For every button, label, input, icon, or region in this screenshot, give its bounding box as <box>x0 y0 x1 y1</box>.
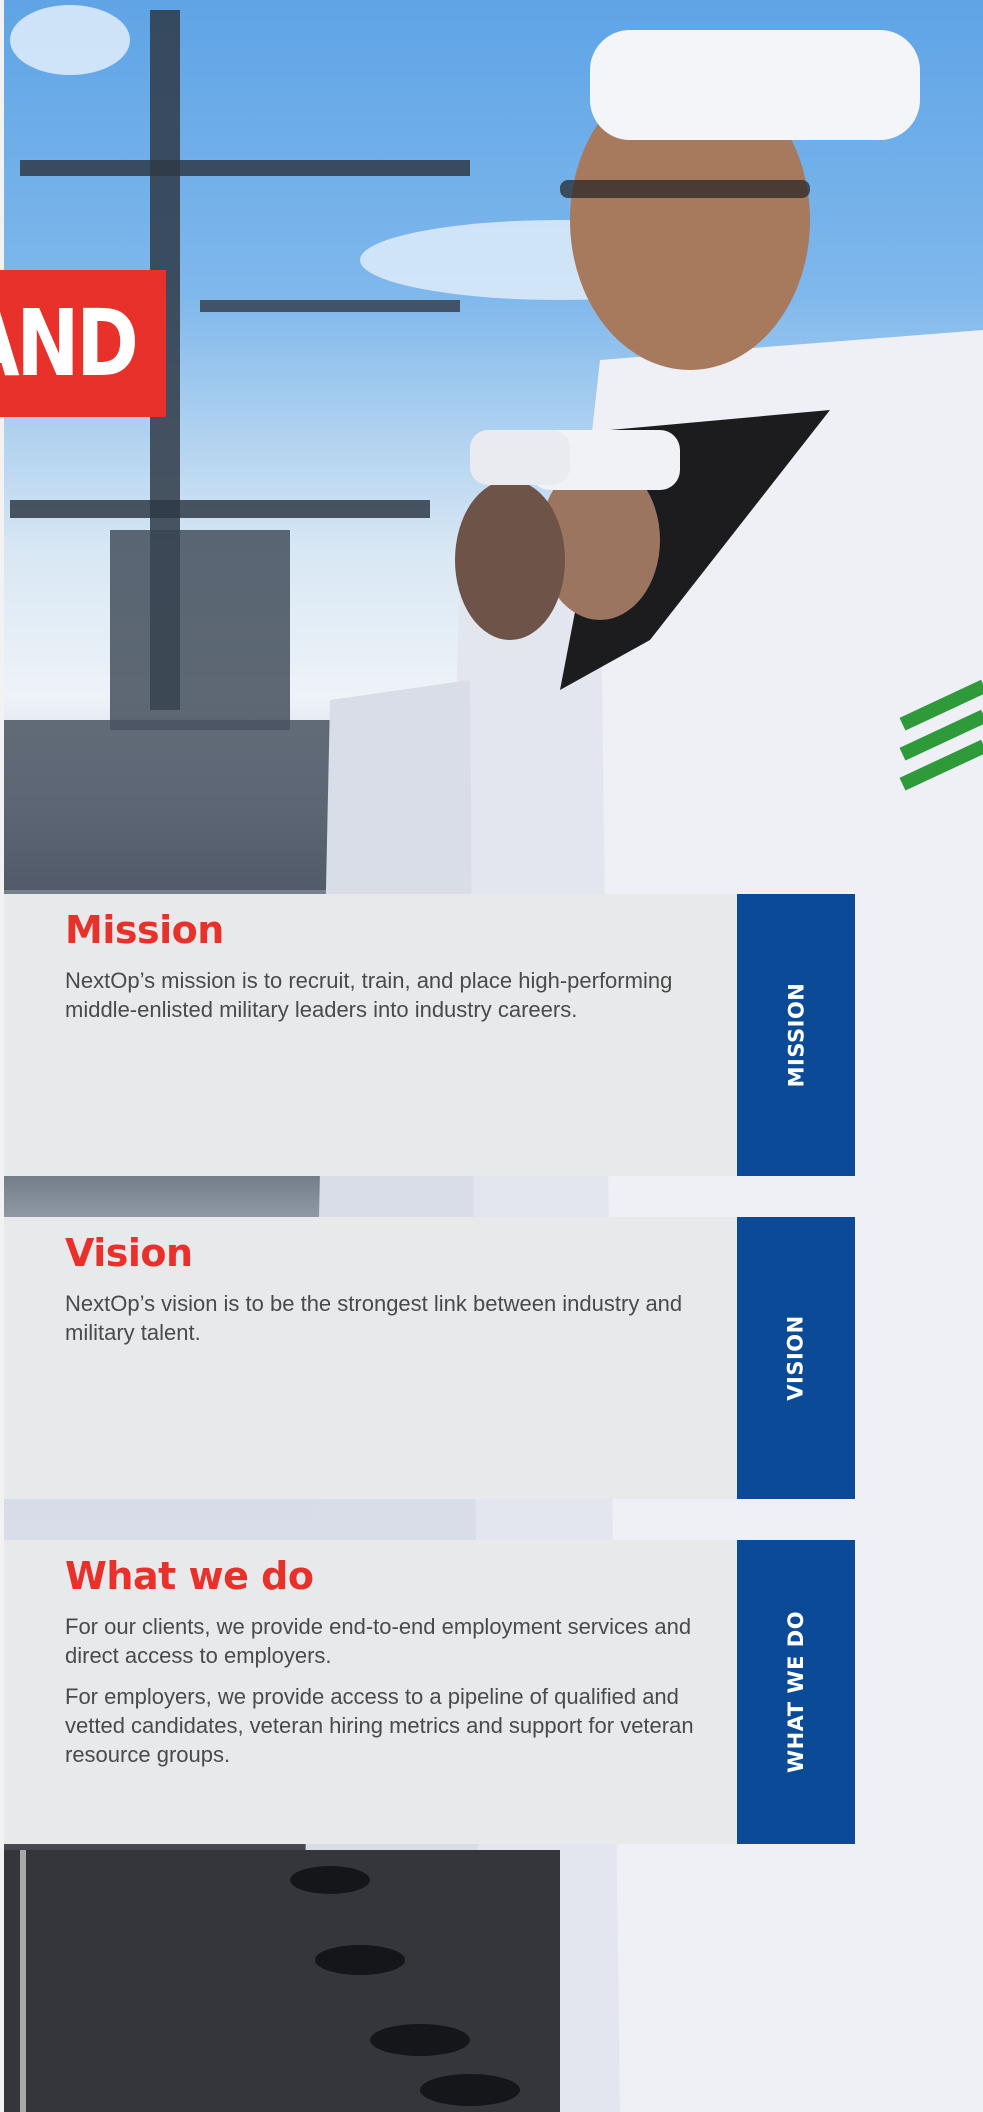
vision-card: Vision NextOp’s vision is to be the stro… <box>4 1217 855 1499</box>
what-we-do-title: What we do <box>65 1554 314 1598</box>
mission-tab[interactable]: MISSION <box>737 894 855 1176</box>
what-we-do-text-employers: For employers, we provide access to a pi… <box>65 1684 694 1767</box>
mission-card: Mission NextOp’s mission is to recruit, … <box>4 894 855 1176</box>
mission-tab-label: MISSION <box>783 982 808 1088</box>
vision-tab[interactable]: VISION <box>737 1217 855 1499</box>
brand-tag: AND <box>0 270 166 417</box>
vision-title: Vision <box>65 1231 193 1275</box>
page: AND Mission NextOp’s mission is to recru… <box>0 0 983 2112</box>
vision-text: NextOp’s vision is to be the strongest l… <box>65 1291 683 1345</box>
mission-card-body: Mission NextOp’s mission is to recruit, … <box>4 894 737 1176</box>
vision-card-body: Vision NextOp’s vision is to be the stro… <box>4 1217 737 1499</box>
what-we-do-text-clients: For our clients, we provide end-to-end e… <box>65 1614 692 1668</box>
what-we-do-card: What we do For our clients, we provide e… <box>4 1540 855 1844</box>
mission-text: NextOp’s mission is to recruit, train, a… <box>65 968 673 1022</box>
what-we-do-tab[interactable]: WHAT WE DO <box>737 1540 855 1844</box>
vision-tab-label: VISION <box>784 1315 808 1401</box>
what-we-do-tab-label: WHAT WE DO <box>784 1610 809 1774</box>
brand-tag-text: AND <box>0 289 139 397</box>
what-we-do-card-body: What we do For our clients, we provide e… <box>4 1540 737 1844</box>
mission-title: Mission <box>65 908 224 952</box>
